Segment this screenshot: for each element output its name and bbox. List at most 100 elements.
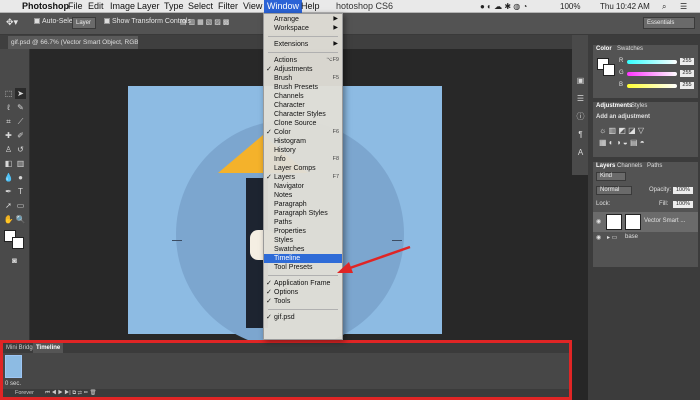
- tab-styles[interactable]: Styles: [631, 103, 647, 109]
- menu-filter[interactable]: Filter: [218, 0, 238, 13]
- menu-item-gif-psd[interactable]: ✓ gif.psd: [264, 313, 342, 322]
- menu-item-layers[interactable]: ✓ Layers F7: [264, 173, 342, 182]
- animation-frame[interactable]: [5, 355, 22, 378]
- menu-item-character[interactable]: Character: [264, 101, 342, 110]
- eyedropper-tool-icon[interactable]: ⟋: [15, 116, 26, 127]
- menu-item-brush-presets[interactable]: Brush Presets: [264, 83, 342, 92]
- menu-item-paths[interactable]: Paths: [264, 218, 342, 227]
- layer-row-base[interactable]: ◉ ▸ ▭ base: [593, 233, 698, 243]
- menu-select[interactable]: Select: [188, 0, 213, 13]
- transform-controls-checkbox[interactable]: Show Transform Controls: [104, 18, 191, 25]
- visibility-eye-icon[interactable]: ◉: [596, 218, 601, 225]
- quick-mask-icon[interactable]: ◙: [9, 255, 20, 266]
- menu-item-brush[interactable]: Brush F5: [264, 74, 342, 83]
- menu-item-color[interactable]: ✓ Color F6: [264, 128, 342, 137]
- menu-item-layer-comps[interactable]: Layer Comps: [264, 164, 342, 173]
- lasso-tool-icon[interactable]: ℓ: [3, 102, 14, 113]
- menu-item-options[interactable]: ✓ Options: [264, 288, 342, 297]
- brush-tool-icon[interactable]: ✐: [15, 130, 26, 141]
- zoom-tool-icon[interactable]: 🔍: [15, 214, 26, 225]
- menu-item-notes[interactable]: Notes: [264, 191, 342, 200]
- tab-color[interactable]: Color: [596, 46, 612, 52]
- menu-help[interactable]: Help: [301, 0, 320, 13]
- menu-view[interactable]: View: [243, 0, 262, 13]
- menu-item-histogram[interactable]: Histogram: [264, 137, 342, 146]
- menu-item-clone-source[interactable]: Clone Source: [264, 119, 342, 128]
- menu-item-tool-presets[interactable]: Tool Presets: [264, 263, 342, 272]
- menu-item-navigator[interactable]: Navigator: [264, 182, 342, 191]
- tab-adjustments[interactable]: Adjustments: [596, 103, 632, 109]
- menu-item-channels[interactable]: Channels: [264, 92, 342, 101]
- tab-layers[interactable]: Layers: [596, 163, 615, 169]
- menu-item-info[interactable]: Info F8: [264, 155, 342, 164]
- r-value[interactable]: 255: [680, 58, 694, 65]
- menu-edit[interactable]: Edit: [88, 0, 104, 13]
- workspace-switcher[interactable]: Essentials: [643, 17, 695, 29]
- hand-tool-icon[interactable]: ✋: [3, 214, 14, 225]
- path-select-tool-icon[interactable]: ➚: [3, 200, 14, 211]
- menu-item-application-frame[interactable]: ✓ Application Frame: [264, 279, 342, 288]
- character-panel-icon[interactable]: A: [575, 147, 586, 158]
- g-slider[interactable]: [627, 72, 677, 76]
- opacity-field[interactable]: 100%: [673, 187, 693, 194]
- quick-select-tool-icon[interactable]: ✎: [15, 102, 26, 113]
- menu-photoshop[interactable]: Photoshop: [22, 0, 69, 13]
- b-slider[interactable]: [627, 84, 677, 88]
- fill-field[interactable]: 100%: [673, 201, 693, 208]
- menu-file[interactable]: File: [68, 0, 83, 13]
- menu-type[interactable]: Type: [164, 0, 184, 13]
- info-panel-icon[interactable]: ⓘ: [575, 111, 586, 122]
- menu-item-character-styles[interactable]: Character Styles: [264, 110, 342, 119]
- layer-name[interactable]: base: [625, 234, 638, 240]
- menu-item-actions[interactable]: Actions ⌥F9: [264, 56, 342, 65]
- menu-item-tools[interactable]: ✓ Tools: [264, 297, 342, 306]
- b-value[interactable]: 255: [680, 82, 694, 89]
- auto-select-dropdown[interactable]: Layer: [72, 17, 96, 29]
- loop-dropdown[interactable]: Forever: [15, 389, 34, 397]
- playback-controls-icon[interactable]: ⏮ ◀ ▶ ▶| ⧉ ⇄ ▭ 🗑: [45, 389, 96, 397]
- tab-swatches[interactable]: Swatches: [617, 46, 643, 52]
- visibility-eye-icon[interactable]: ◉: [596, 234, 601, 241]
- menu-item-properties[interactable]: Properties: [264, 227, 342, 236]
- paragraph-panel-icon[interactable]: ¶: [575, 129, 586, 140]
- frame-delay[interactable]: 0 sec.: [5, 381, 21, 387]
- dodge-tool-icon[interactable]: ●: [15, 172, 26, 183]
- gradient-tool-icon[interactable]: ▥: [15, 158, 26, 169]
- blur-tool-icon[interactable]: 💧: [3, 172, 14, 183]
- menu-item-adjustments[interactable]: ✓ Adjustments: [264, 65, 342, 74]
- menu-item-styles[interactable]: Styles: [264, 236, 342, 245]
- menu-item-history[interactable]: History: [264, 146, 342, 155]
- g-value[interactable]: 255: [680, 70, 694, 77]
- background-color-swatch[interactable]: [12, 237, 24, 249]
- tab-channels[interactable]: Channels: [617, 163, 642, 169]
- menu-item-extensions[interactable]: Extensions ▶: [264, 40, 342, 49]
- properties-panel-icon[interactable]: ☰: [575, 93, 586, 104]
- menu-item-timeline[interactable]: Timeline: [264, 254, 342, 263]
- adjustment-icons-row1[interactable]: ☼ ▥ ◩ ◪ ▽: [599, 126, 644, 135]
- r-slider[interactable]: [627, 60, 677, 64]
- crop-tool-icon[interactable]: ⌗: [3, 116, 14, 127]
- shape-tool-icon[interactable]: ▭: [15, 200, 26, 211]
- align-icons[interactable]: ▤ ▥ ▦ ▧ ▨ ▩: [180, 18, 229, 26]
- menu-item-paragraph-styles[interactable]: Paragraph Styles: [264, 209, 342, 218]
- menu-item-paragraph[interactable]: Paragraph: [264, 200, 342, 209]
- document-tab[interactable]: gif.psd @ 66.7% (Vector Smart Object, RG…: [8, 36, 138, 49]
- menu-image[interactable]: Image: [110, 0, 135, 13]
- bg-color-chip[interactable]: [603, 64, 615, 76]
- tab-timeline[interactable]: Timeline: [33, 343, 64, 353]
- healing-tool-icon[interactable]: ✚: [3, 130, 14, 141]
- history-panel-icon[interactable]: ▣: [575, 75, 586, 86]
- type-tool-icon[interactable]: T: [15, 186, 26, 197]
- history-brush-tool-icon[interactable]: ↺: [15, 144, 26, 155]
- move-tool-icon[interactable]: ✥▾: [6, 17, 18, 28]
- search-icon[interactable]: ⌕: [662, 0, 666, 13]
- menu-window[interactable]: Window: [264, 0, 303, 13]
- menu-item-workspace[interactable]: Workspace ▶: [264, 24, 342, 33]
- menu-item-arrange[interactable]: Arrange ▶: [264, 15, 342, 24]
- blend-mode-dropdown[interactable]: Normal: [596, 186, 632, 195]
- layer-filter-kind[interactable]: Kind: [596, 172, 626, 181]
- layer-row-vector[interactable]: ◉ Vector Smart ...: [593, 212, 698, 232]
- notifications-icon[interactable]: ☰: [680, 0, 687, 13]
- move-tool-icon[interactable]: ➤: [15, 88, 26, 99]
- marquee-tool-icon[interactable]: ⬚: [3, 88, 14, 99]
